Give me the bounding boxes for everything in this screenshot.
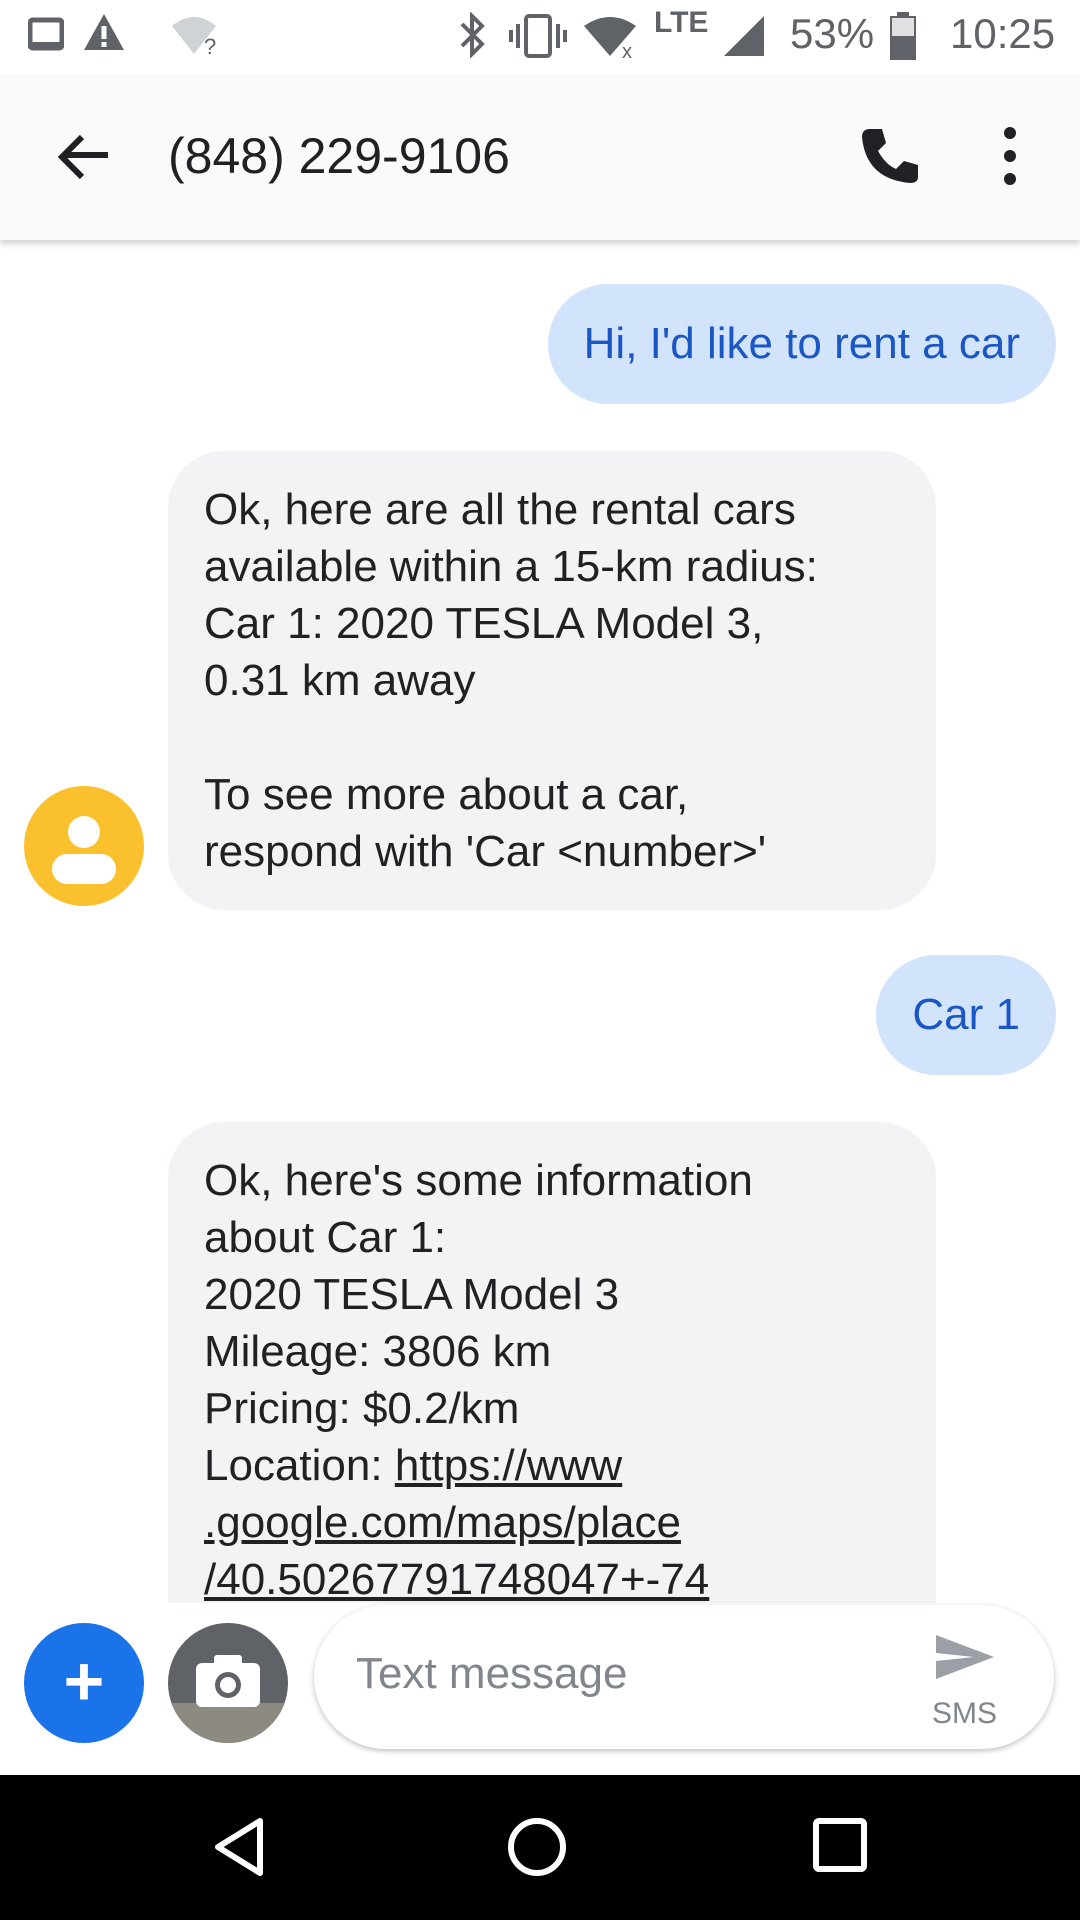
send-icon[interactable] (934, 1631, 996, 1683)
avatar[interactable] (24, 786, 144, 906)
conversation-title: (848) 229-9106 (168, 128, 510, 184)
conversation: Hi, I'd like to rent a car Ok, here are … (0, 240, 1080, 1603)
app-bar: (848) 229-9106 (0, 75, 1080, 240)
navigation-bar (0, 1775, 1080, 1920)
tablet-icon (28, 17, 64, 51)
status-bar: ? x LTE 53% 10:25 (0, 0, 1080, 75)
clock: 10:25 (950, 10, 1056, 57)
compose-bar: + Text message SMS (0, 1603, 1080, 1775)
battery-icon (890, 12, 916, 60)
wifi-unknown-icon: ? (172, 17, 216, 56)
incoming-message[interactable]: Ok, here's some information about Car 1:… (168, 1122, 936, 1603)
text-message-input[interactable]: Text message SMS (314, 1605, 1054, 1749)
more-vert-icon[interactable] (990, 123, 1030, 189)
phone-icon[interactable] (856, 123, 922, 189)
bluetooth-icon (460, 12, 485, 58)
network-type: LTE (654, 6, 709, 39)
camera-icon (196, 1655, 260, 1707)
vibrate-icon (509, 14, 567, 58)
incoming-message[interactable]: Ok, here are all the rental cars availab… (168, 451, 936, 910)
svg-text:x: x (622, 41, 632, 58)
message-text: Ok, here's some information about Car 1:… (204, 1156, 753, 1490)
warning-icon (84, 14, 124, 50)
back-triangle-icon[interactable] (210, 1815, 266, 1879)
person-icon (68, 816, 100, 848)
recents-square-icon[interactable] (810, 1815, 870, 1875)
home-circle-icon[interactable] (505, 1815, 569, 1879)
wifi-off-icon: x (584, 17, 636, 58)
send-label: SMS (932, 1697, 998, 1730)
battery-percent: 53% (790, 10, 875, 57)
svg-text:?: ? (204, 34, 216, 56)
signal-icon (724, 16, 764, 56)
outgoing-message[interactable]: Hi, I'd like to rent a car (547, 284, 1056, 404)
plus-icon[interactable]: + (24, 1623, 144, 1743)
message-placeholder: Text message (356, 1649, 628, 1698)
outgoing-message[interactable]: Car 1 (876, 955, 1056, 1075)
arrow-back-icon[interactable] (52, 125, 116, 189)
camera-button[interactable] (168, 1623, 288, 1743)
